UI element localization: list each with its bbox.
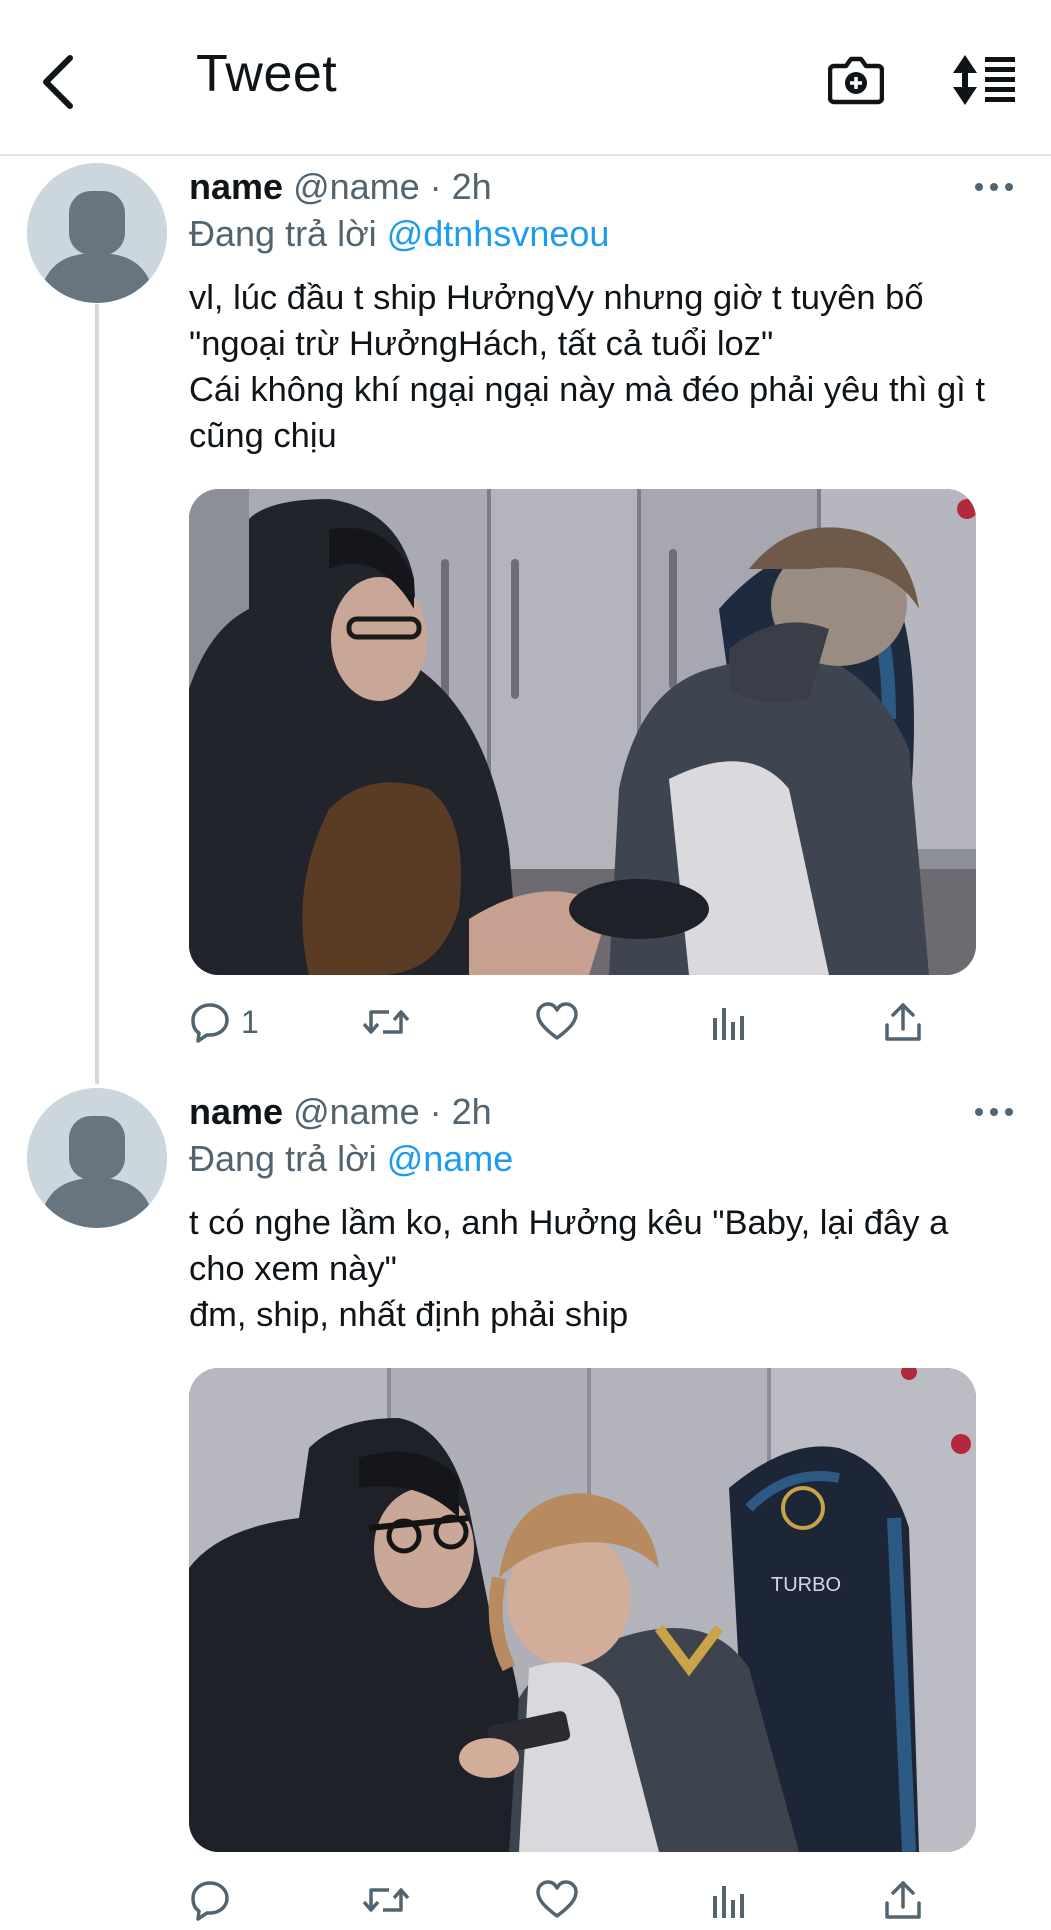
share-button[interactable] [883, 1870, 923, 1930]
analytics-icon [713, 1008, 744, 1040]
retweet-icon [362, 1888, 410, 1912]
replying-to: Đang trả lời @name [189, 1138, 513, 1180]
tweet-author: name @name · 2h [189, 1091, 492, 1133]
display-name[interactable]: name [189, 166, 283, 207]
reply-button[interactable] [189, 1870, 231, 1930]
share-icon [885, 1003, 921, 1041]
tweet[interactable]: name @name · 2h Đang trả lời @name t có … [0, 1070, 1051, 1921]
mention-link[interactable]: @dtnhsvneou [387, 213, 610, 254]
photo-image [189, 489, 976, 975]
retweet-button[interactable] [361, 1870, 411, 1930]
like-button[interactable] [535, 992, 579, 1052]
retweet-icon [362, 1010, 410, 1034]
share-icon [885, 1881, 921, 1919]
like-button[interactable] [535, 1870, 579, 1930]
tweet-text: t có nghe lầm ko, anh Hưởng kêu "Baby, l… [189, 1204, 949, 1334]
tweet-author: name @name · 2h [189, 166, 492, 208]
mention-link[interactable]: @name [387, 1138, 514, 1179]
tweet-text: vl, lúc đầu t ship HưởngVy nhưng giờ t t… [189, 279, 985, 455]
more-dots-icon [975, 1108, 1013, 1116]
default-avatar-icon [27, 1088, 167, 1228]
reply-count: 1 [241, 1003, 259, 1040]
share-button[interactable] [883, 992, 923, 1052]
photo-image: TURBO [189, 1368, 976, 1852]
more-dots-icon [975, 183, 1013, 191]
tweet[interactable]: name @name · 2h Đang trả lời @dtnhsvneou… [0, 0, 1051, 1070]
tweet-photo[interactable] [189, 489, 976, 975]
replying-to: Đang trả lời @dtnhsvneou [189, 213, 609, 255]
handle-and-time: @name · 2h [293, 166, 492, 207]
tweet-photo[interactable]: TURBO [189, 1368, 976, 1852]
analytics-icon [713, 1886, 744, 1918]
display-name[interactable]: name [189, 1091, 283, 1132]
heart-icon [536, 1002, 578, 1040]
retweet-button[interactable] [361, 992, 411, 1052]
default-avatar-icon [27, 163, 167, 303]
analytics-button[interactable] [709, 992, 749, 1052]
reply-button[interactable]: 1 [189, 992, 259, 1052]
replying-to-label: Đang trả lời [189, 1138, 377, 1179]
avatar[interactable] [27, 1088, 167, 1228]
avatar[interactable] [27, 163, 167, 303]
handle-and-time: @name · 2h [293, 1091, 492, 1132]
heart-icon [536, 1880, 578, 1918]
analytics-button[interactable] [709, 1870, 749, 1930]
chair-logo-text: TURBO [771, 1574, 841, 1596]
tweet-actions: 1 [189, 992, 949, 1052]
replying-to-label: Đang trả lời [189, 213, 377, 254]
reply-icon [191, 1003, 229, 1043]
more-options-button[interactable] [968, 1097, 1020, 1127]
more-options-button[interactable] [968, 172, 1020, 202]
tweet-actions [189, 1870, 949, 1930]
reply-icon [191, 1881, 229, 1921]
